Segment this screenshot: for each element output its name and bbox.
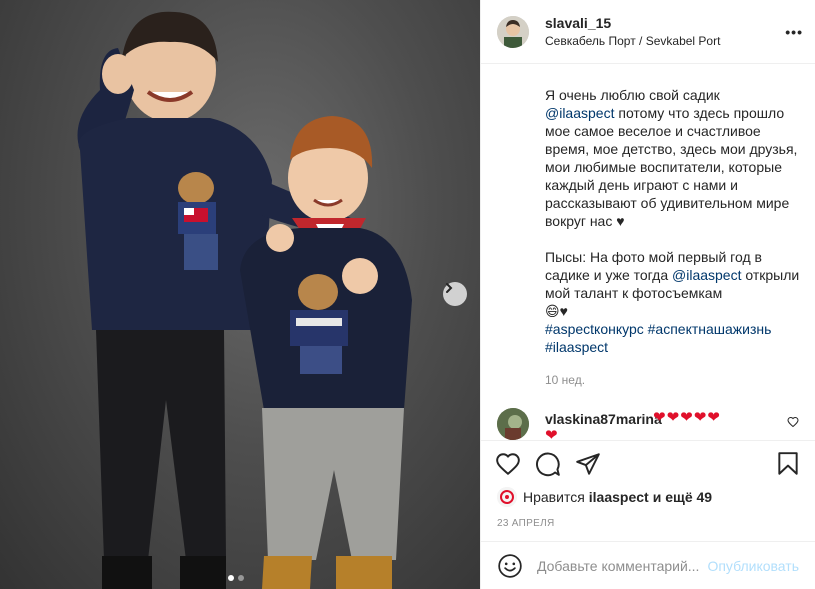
next-slide-button[interactable] [443,282,467,306]
add-comment-bar: Опубликовать [481,541,815,589]
hashtag-link[interactable]: #ilaaspect [545,339,608,355]
comments-section: Я очень люблю свой садик @ilaaspect пото… [481,64,815,440]
author-avatar[interactable] [497,15,529,48]
post-location[interactable]: Севкабель Порт / Sevkabel Port [545,32,720,50]
likes-prefix: Нравится [523,489,585,505]
caption-emoji: 😄♥ [545,303,568,319]
post-date[interactable]: 23 АПРЕЛЯ [497,518,554,529]
caption-text: Я очень люблю свой садик [545,87,720,103]
comment-input[interactable] [537,557,702,574]
share-paper-plane-icon[interactable] [575,451,601,477]
like-heart-icon[interactable] [495,451,521,477]
emoji-smile-icon[interactable] [497,553,523,579]
comment-bubble-icon[interactable] [535,451,561,477]
post-caption: Я очень люблю свой садик @ilaaspect пото… [545,86,801,356]
post-details-panel: slavali_15 Севкабель Порт / Sevkabel Por… [480,0,815,589]
hashtag-link[interactable]: #аспектнашажизнь [648,321,772,337]
hashtag-link[interactable]: #aspectконкурс [545,321,644,337]
comment-text: ❤❤❤❤❤ [653,409,721,426]
publish-button[interactable]: Опубликовать [707,558,799,574]
carousel-dot-active [228,575,234,581]
caption-age[interactable]: 10 нед. [545,373,585,387]
comment-text-wrap: ❤ [545,427,558,440]
post-actions [481,440,815,488]
carousel-dots [228,575,244,581]
likes-suffix[interactable]: и ещё 49 [653,489,712,505]
post-photo[interactable] [0,0,480,589]
commenter-avatar[interactable] [497,408,529,440]
save-bookmark-icon[interactable] [775,451,801,477]
comment-like-icon[interactable] [787,416,799,428]
likes-summary: Нравится ilaaspect и ещё 49 [497,487,712,507]
caption-mention[interactable]: @ilaaspect [672,267,741,283]
caption-mention[interactable]: @ilaaspect [545,105,614,121]
commenter-username[interactable]: vlaskina87marina [545,411,662,427]
avatar-image [497,408,529,440]
more-options-button[interactable]: ••• [785,24,803,40]
author-username[interactable]: slavali_15 [545,14,720,32]
liker-avatar[interactable] [497,487,517,507]
avatar-image [497,487,517,507]
caption-text: потому что здесь прошло мое самое весело… [545,105,798,229]
post-header: slavali_15 Севкабель Порт / Sevkabel Por… [481,0,815,64]
likes-user[interactable]: ilaaspect [589,489,649,505]
avatar-image [497,15,529,48]
chevron-right-icon [446,283,453,293]
photo-illustration [77,11,412,589]
carousel-dot [238,575,244,581]
